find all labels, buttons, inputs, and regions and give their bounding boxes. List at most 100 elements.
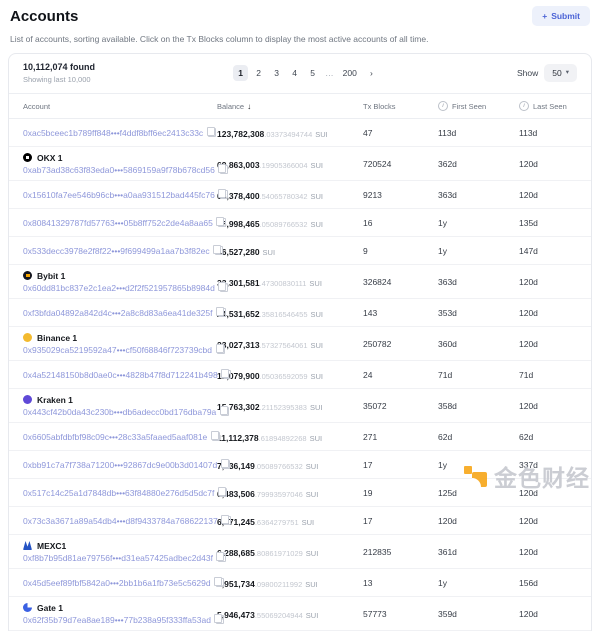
account-address[interactable]: 0x4a52148150b8d0ae0c•••4828b47f8d712241b…	[23, 369, 218, 381]
account-cell: OKX 10xab73ad38c63f83eda0•••5869159a9f78…	[23, 152, 217, 176]
balance-value: 11,112,378.61894892268SUI	[217, 428, 363, 446]
last-seen-value: 120d	[519, 190, 577, 200]
tx-blocks-value: 19	[363, 488, 438, 498]
page-button-5[interactable]: 5	[305, 65, 320, 81]
tx-blocks-value: 24	[363, 370, 438, 380]
last-seen-value: 156d	[519, 578, 577, 588]
exchange-label[interactable]: Kraken 1	[23, 394, 217, 406]
account-address[interactable]: 0x517c14c25a1d7848db•••63f84880e276d5d5d…	[23, 487, 214, 499]
balance-value: 68,378,400.54065780342SUI	[217, 186, 363, 204]
table-row: 0x4a52148150b8d0ae0c•••4828b47f8d712241b…	[9, 361, 591, 389]
balance-value: 33,301,581.47300830111SUI	[217, 273, 363, 291]
table-row: 0x533decc3978e2f8f22•••9f699499a1aa7b3f8…	[9, 237, 591, 265]
account-address[interactable]: 0x60dd81bc837e2c1ea2•••d2f2f521957865b89…	[23, 282, 215, 294]
show-label: Show	[517, 68, 538, 78]
next-page-icon[interactable]: ›	[364, 65, 379, 81]
copy-icon[interactable]	[223, 516, 231, 525]
copy-icon[interactable]	[220, 190, 228, 199]
column-header-balance[interactable]: Balance ↓	[217, 102, 363, 111]
balance-value: 7,936,149.05089766532SUI	[217, 456, 363, 474]
first-seen-value: 120d	[438, 516, 519, 526]
account-address[interactable]: 0x443cf42b0da43c230b•••db6adecc0bd176dba…	[23, 406, 216, 418]
page-size-value: 50	[552, 68, 561, 78]
page-size-select[interactable]: 50 ▾	[544, 64, 577, 82]
account-address[interactable]: 0x62f35b79d7ea8ae189•••77b238a95f333ffa5…	[23, 614, 211, 626]
binance-exchange-icon	[23, 333, 32, 342]
tx-blocks-value: 17	[363, 460, 438, 470]
copy-icon[interactable]	[220, 165, 228, 174]
exchange-label[interactable]: Bybit 1	[23, 270, 217, 282]
exchange-name: MEXC1	[37, 540, 66, 552]
last-seen-value: 120d	[519, 547, 577, 557]
table-toolbar: 10,112,074 found Showing last 10,000 123…	[9, 54, 591, 94]
table-row: 0xbb91c7a7f738a71200•••92867dc9e00b3d014…	[9, 451, 591, 479]
exchange-label[interactable]: Gate 1	[23, 602, 217, 614]
copy-icon[interactable]	[212, 432, 220, 441]
account-address[interactable]: 0x533decc3978e2f8f22•••9f699499a1aa7b3f8…	[23, 245, 210, 257]
kraken-exchange-icon	[23, 395, 32, 404]
tx-blocks-value: 212835	[363, 547, 438, 557]
tx-blocks-value: 9213	[363, 190, 438, 200]
copy-icon[interactable]	[220, 283, 228, 292]
copy-icon[interactable]	[215, 246, 223, 255]
first-seen-value: 1y	[438, 460, 519, 470]
account-address[interactable]: 0x45d5eef89fbf5842a0•••2bb1b6a1fb73e5c56…	[23, 577, 211, 589]
copy-icon[interactable]	[216, 615, 224, 624]
account-address[interactable]: 0xab73ad38c63f83eda0•••5869159a9f78b678c…	[23, 164, 215, 176]
copy-icon[interactable]	[216, 578, 224, 587]
account-address[interactable]: 0xbb91c7a7f738a71200•••92867dc9e00b3d014…	[23, 459, 217, 471]
table-row: Binance 10x935029ca5219592a47•••cf50f688…	[9, 327, 591, 361]
page-button-4[interactable]: 4	[287, 65, 302, 81]
tx-blocks-value: 35072	[363, 401, 438, 411]
copy-icon[interactable]	[223, 370, 231, 379]
table-row: 0x517c14c25a1d7848db•••63f84880e276d5d5d…	[9, 479, 591, 507]
page-button-200[interactable]: 200	[339, 65, 361, 81]
copy-icon[interactable]	[218, 308, 226, 317]
account-address[interactable]: 0x935029ca5219592a47•••cf50f68846f723739…	[23, 344, 212, 356]
balance-value: 5,946,473.55069204944SUI	[217, 605, 363, 623]
tx-blocks-value: 271	[363, 432, 438, 442]
last-seen-value: 120d	[519, 308, 577, 318]
account-cell: 0x533decc3978e2f8f22•••9f699499a1aa7b3f8…	[23, 245, 217, 257]
copy-icon[interactable]	[219, 488, 227, 497]
tx-blocks-value: 9	[363, 246, 438, 256]
exchange-label[interactable]: OKX 1	[23, 152, 217, 164]
page-button-2[interactable]: 2	[251, 65, 266, 81]
last-seen-value: 147d	[519, 246, 577, 256]
page-button-1[interactable]: 1	[233, 65, 248, 81]
last-seen-value: 337d	[519, 460, 577, 470]
copy-icon[interactable]	[218, 553, 226, 562]
copy-icon[interactable]	[221, 407, 229, 416]
account-address[interactable]: 0xac5bceec1b789ff848•••f4ddf8bff6ec2413c…	[23, 127, 203, 139]
exchange-name: Binance 1	[37, 332, 77, 344]
account-address[interactable]: 0x80841329787fd57763•••05b8ff752c2de4a8a…	[23, 217, 213, 229]
account-address[interactable]: 0xf8b7b95d81ae79756f•••d31ea57425adbec2d…	[23, 552, 213, 564]
exchange-label[interactable]: Binance 1	[23, 332, 217, 344]
account-address[interactable]: 0x15610fa7ee546b96cb•••a0aa931512bad445f…	[23, 189, 215, 201]
exchange-label[interactable]: MEXC1	[23, 540, 217, 552]
last-seen-value: 120d	[519, 159, 577, 169]
balance-value: 24,531,652.35816546455SUI	[217, 304, 363, 322]
page-button-3[interactable]: 3	[269, 65, 284, 81]
last-seen-value: 62d	[519, 432, 577, 442]
page-size-control: Show 50 ▾	[517, 64, 577, 82]
column-header-tx-blocks[interactable]: Tx Blocks	[363, 102, 438, 111]
column-header-account: Account	[23, 102, 217, 111]
copy-icon[interactable]	[217, 345, 225, 354]
tx-blocks-value: 57773	[363, 609, 438, 619]
account-cell: 0x73c3a3671a89a54db4•••d8f9433784a768622…	[23, 515, 217, 527]
bybit-exchange-icon	[23, 271, 32, 280]
account-address[interactable]: 0xf3bfda04892a842d4c•••2a8c8d83a6ea41de3…	[23, 307, 213, 319]
copy-icon[interactable]	[218, 218, 226, 227]
table-row: 0x45d5eef89fbf5842a0•••2bb1b6a1fb73e5c56…	[9, 569, 591, 597]
copy-icon[interactable]	[222, 460, 230, 469]
exchange-name: Kraken 1	[37, 394, 73, 406]
first-seen-value: 125d	[438, 488, 519, 498]
exchange-name: Bybit 1	[37, 270, 65, 282]
account-address[interactable]: 0x6605abfdbfbf98c09c•••28c33a5faaed5aaf0…	[23, 431, 207, 443]
submit-button[interactable]: + Submit	[532, 6, 590, 26]
account-address[interactable]: 0x73c3a3671a89a54db4•••d8f9433784a768622…	[23, 515, 218, 527]
copy-icon[interactable]	[208, 128, 216, 137]
column-header-last-seen: i Last Seen	[519, 101, 577, 111]
first-seen-value: 363d	[438, 190, 519, 200]
